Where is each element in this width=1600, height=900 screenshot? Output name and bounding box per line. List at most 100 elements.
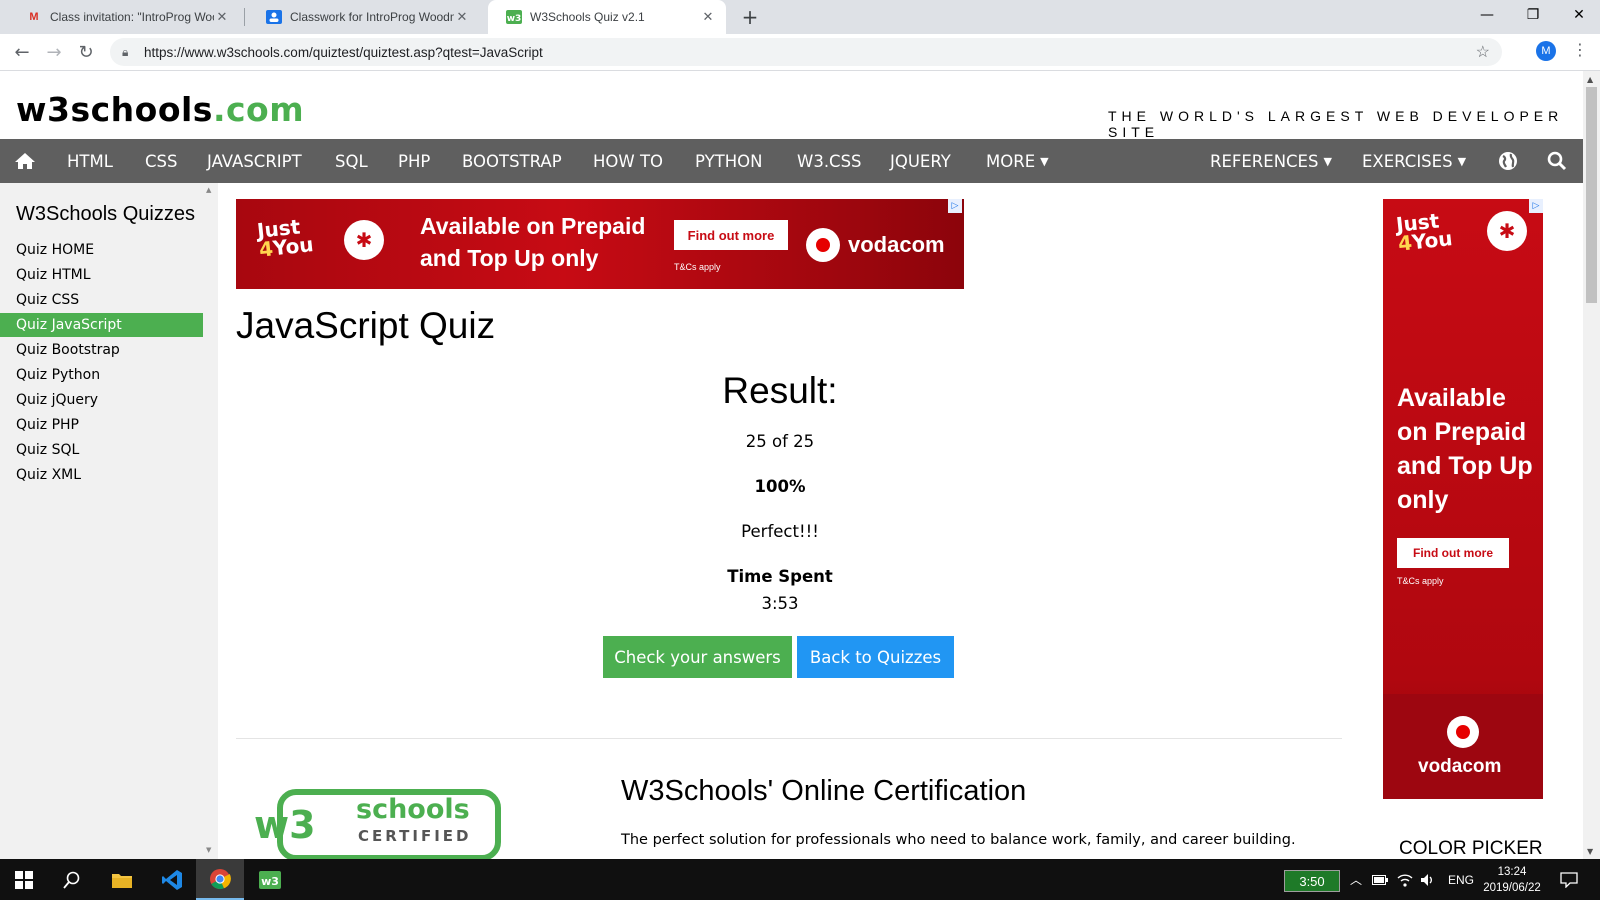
page-scrollbar[interactable]: ▲ ▼: [1583, 71, 1600, 859]
clock-time: 13:24: [1497, 866, 1527, 878]
sidebar-scroll-down-icon[interactable]: ▼: [206, 846, 211, 854]
search-icon[interactable]: [1547, 139, 1567, 183]
vscode-icon[interactable]: [148, 859, 196, 900]
nav-how-to[interactable]: HOW TO: [593, 139, 663, 183]
nav-references[interactable]: REFERENCES ▼: [1210, 139, 1332, 183]
sidebar-item-quiz-jquery[interactable]: Quiz jQuery: [0, 388, 203, 412]
vodacom-logo-icon: [806, 228, 840, 262]
close-icon[interactable]: ✕: [700, 9, 716, 25]
sidebar-scroll-up-icon[interactable]: ▲: [206, 186, 211, 194]
close-icon[interactable]: ✕: [454, 9, 470, 25]
back-arrow-icon[interactable]: ←: [8, 38, 36, 66]
sidebar-item-quiz-javascript[interactable]: Quiz JavaScript: [0, 313, 203, 337]
minimize-icon[interactable]: —: [1464, 0, 1510, 30]
sidebar-item-quiz-bootstrap[interactable]: Quiz Bootstrap: [0, 338, 203, 362]
ad-side-line1: Available: [1397, 384, 1506, 412]
browser-menu-icon[interactable]: ⋮: [1572, 40, 1588, 59]
ad-side-line3: and Top Up: [1397, 452, 1533, 480]
tab-class-invitation[interactable]: M Class invitation: "IntroProg Wood ✕: [8, 0, 240, 34]
classroom-icon: [266, 9, 282, 25]
adchoices-icon[interactable]: ▷: [948, 199, 962, 213]
ad-logo-you: You: [271, 232, 315, 261]
new-tab-button[interactable]: +: [738, 0, 762, 34]
nav-jquery[interactable]: JQUERY: [890, 139, 951, 183]
page-title: JavaScript Quiz: [236, 305, 496, 346]
nav-html[interactable]: HTML: [67, 139, 113, 183]
taskbar-timer[interactable]: 3:50: [1284, 870, 1340, 892]
nav-sql[interactable]: SQL: [335, 139, 368, 183]
ad-side-footer: vodacom: [1383, 694, 1543, 799]
nav-exercises[interactable]: EXERCISES ▼: [1362, 139, 1466, 183]
gmail-icon: M: [29, 11, 39, 23]
nav-css[interactable]: CSS: [145, 139, 177, 183]
back-to-quizzes-button[interactable]: Back to Quizzes: [797, 636, 954, 678]
ad-find-out-more-button[interactable]: Find out more: [674, 220, 788, 250]
taskbar-clock[interactable]: 13:24 2019/06/22: [1482, 864, 1542, 896]
scroll-up-icon[interactable]: ▲: [1587, 75, 1593, 84]
certification-text: The perfect solution for professionals w…: [621, 832, 1296, 848]
language-indicator[interactable]: ENG: [1448, 859, 1474, 900]
forward-arrow-icon[interactable]: →: [40, 38, 68, 66]
ad-line2: and Top Up only: [420, 245, 599, 271]
tab-classwork[interactable]: Classwork for IntroProg Woodme ✕: [248, 0, 480, 34]
nav-php[interactable]: PHP: [398, 139, 430, 183]
windows-start-icon[interactable]: [0, 859, 48, 900]
w3schools-certified-logo[interactable]: w3 schools CERTIFIED: [252, 780, 502, 861]
ad-side-brand: vodacom: [1418, 756, 1502, 777]
sidebar-item-quiz-xml[interactable]: Quiz XML: [0, 463, 203, 487]
svg-text:w3: w3: [254, 803, 316, 847]
ad-terms: T&Cs apply: [674, 262, 721, 272]
close-icon[interactable]: ✕: [214, 9, 230, 25]
logo-main: w3schools: [16, 90, 213, 129]
restore-icon[interactable]: ❐: [1510, 0, 1556, 30]
ad-brand: vodacom: [848, 232, 945, 257]
globe-icon[interactable]: [1498, 139, 1518, 183]
wifi-icon[interactable]: [1397, 859, 1413, 900]
sidebar-item-quiz-home[interactable]: Quiz HOME: [0, 238, 203, 262]
tab-divider: [244, 8, 245, 26]
section-divider: [236, 738, 1342, 739]
bookmark-star-icon[interactable]: ☆: [1476, 42, 1490, 62]
address-bar[interactable]: 🔒︎ https://www.w3schools.com/quiztest/qu…: [110, 38, 1502, 66]
nav-w3css[interactable]: W3.CSS: [797, 139, 862, 183]
scroll-down-icon[interactable]: ▼: [1587, 847, 1593, 856]
w3schools-logo[interactable]: w3schools.com: [16, 90, 304, 129]
ad-find-out-more-button[interactable]: Find out more: [1397, 538, 1509, 568]
sidebar-item-quiz-css[interactable]: Quiz CSS: [0, 288, 203, 312]
tab-title: Class invitation: "IntroProg Wood: [50, 10, 214, 24]
sidebar-item-quiz-sql[interactable]: Quiz SQL: [0, 438, 203, 462]
vodacom-banner-ad[interactable]: Just 4You ✱ Available on Prepaid and Top…: [236, 199, 964, 289]
profile-avatar[interactable]: M: [1536, 41, 1556, 61]
sidebar-item-quiz-python[interactable]: Quiz Python: [0, 363, 203, 387]
adchoices-icon[interactable]: ▷: [1529, 199, 1543, 213]
search-icon[interactable]: [48, 859, 96, 900]
ad-just4you-logo: Just 4You: [256, 214, 315, 261]
volume-icon[interactable]: [1420, 859, 1436, 900]
close-window-icon[interactable]: ✕: [1556, 0, 1600, 30]
ad-yrs-badge-icon: ✱: [1487, 211, 1527, 251]
tab-w3schools-quiz[interactable]: w3 W3Schools Quiz v2.1 ✕: [488, 0, 726, 34]
w3schools-favicon-icon: w3: [506, 9, 522, 25]
w3schools-app-icon[interactable]: w3: [246, 859, 294, 900]
nav-javascript[interactable]: JAVASCRIPT: [207, 139, 302, 183]
nav-python[interactable]: PYTHON: [695, 139, 762, 183]
nav-more[interactable]: MORE ▼: [986, 139, 1049, 183]
sidebar-item-quiz-html[interactable]: Quiz HTML: [0, 263, 203, 287]
home-icon[interactable]: [14, 139, 36, 183]
check-answers-button[interactable]: Check your answers: [603, 636, 792, 678]
nav-more-label: MORE: [986, 151, 1036, 171]
time-spent-label: Time Spent: [727, 567, 833, 586]
notifications-icon[interactable]: [1560, 859, 1578, 900]
result-message: Perfect!!!: [741, 522, 819, 541]
show-hidden-icons-icon[interactable]: ︿: [1350, 859, 1362, 900]
nav-bootstrap[interactable]: BOOTSTRAP: [462, 139, 562, 183]
vodacom-side-ad[interactable]: Just 4You ✱ Available on Prepaid and Top…: [1383, 199, 1543, 799]
battery-icon[interactable]: [1372, 859, 1388, 900]
reload-icon[interactable]: ↻: [72, 38, 100, 66]
chrome-icon[interactable]: [196, 859, 244, 900]
sidebar-item-quiz-php[interactable]: Quiz PHP: [0, 413, 203, 437]
svg-text:w3: w3: [507, 14, 522, 24]
ad-yrs-badge-icon: ✱: [344, 220, 384, 260]
file-explorer-icon[interactable]: [98, 859, 146, 900]
caret-down-icon: ▼: [1323, 154, 1332, 168]
